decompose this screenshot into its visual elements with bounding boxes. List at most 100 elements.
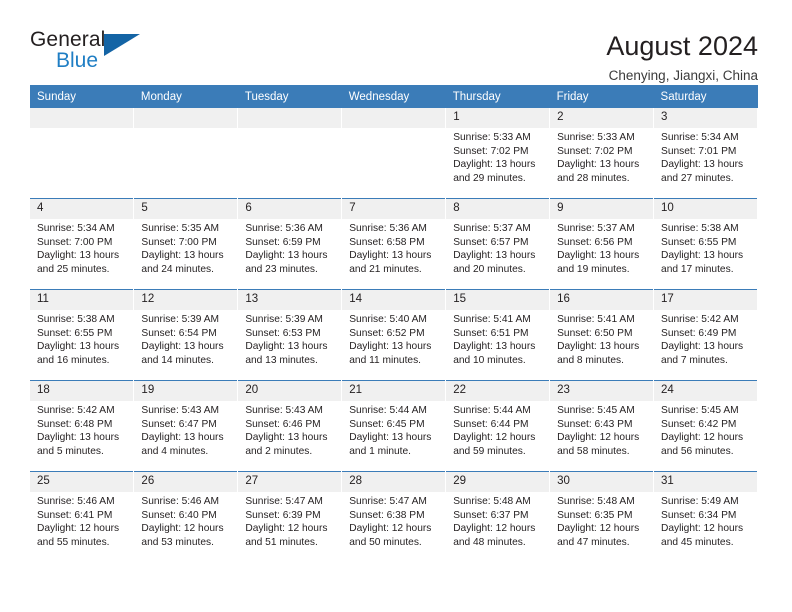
daylight-text: Daylight: 13 hours and 21 minutes. <box>349 250 432 275</box>
day-number: 27 <box>238 472 342 492</box>
calendar-day-cell[interactable]: 4 Sunrise: 5:34 AM Sunset: 7:00 PM Daylight… <box>30 198 135 290</box>
sunrise-text: Sunrise: 5:36 AM <box>349 223 427 234</box>
day-details: Sunrise: 5:42 AM Sunset: 6:49 PM Daylight:… <box>654 310 757 367</box>
day-number: 21 <box>342 381 446 401</box>
daylight-text: Daylight: 13 hours and 4 minutes. <box>141 432 224 457</box>
calendar-day-cell[interactable]: 19 Sunrise: 5:43 AM Sunset: 6:47 PM Dayligh… <box>133 380 239 472</box>
calendar-day-cell[interactable]: 22 Sunrise: 5:44 AM Sunset: 6:44 PM Dayligh… <box>445 380 551 472</box>
day-number: 20 <box>238 381 342 401</box>
sunrise-text: Sunrise: 5:36 AM <box>245 223 323 234</box>
sunset-text: Sunset: 6:34 PM <box>661 509 737 521</box>
sunrise-text: Sunrise: 5:35 AM <box>141 223 220 234</box>
general-blue-logo[interactable]: General Blue <box>30 28 148 76</box>
day-number: 31 <box>654 472 757 492</box>
day-number: 6 <box>238 199 342 219</box>
day-details: Sunrise: 5:44 AM Sunset: 6:44 PM Daylight:… <box>446 401 549 458</box>
day-number: 9 <box>550 199 654 219</box>
daylight-text: Daylight: 13 hours and 24 minutes. <box>141 250 224 275</box>
calendar-day-cell[interactable]: 14 Sunrise: 5:40 AM Sunset: 6:52 PM Dayligh… <box>341 289 447 381</box>
calendar-day-cell[interactable]: 20 Sunrise: 5:43 AM Sunset: 6:46 PM Dayligh… <box>237 380 343 472</box>
calendar-day-cell[interactable]: 1 Sunrise: 5:33 AM Sunset: 7:02 PM Daylight… <box>445 108 551 199</box>
daylight-text: Daylight: 13 hours and 16 minutes. <box>37 341 120 366</box>
day-number: 29 <box>446 472 550 492</box>
day-details: Sunrise: 5:46 AM Sunset: 6:40 PM Daylight:… <box>134 492 237 549</box>
sunset-text: Sunset: 6:52 PM <box>349 327 425 339</box>
day-number: 23 <box>550 381 654 401</box>
calendar-day-cell[interactable]: 12 Sunrise: 5:39 AM Sunset: 6:54 PM Dayligh… <box>133 289 239 381</box>
sunset-text: Sunset: 6:40 PM <box>141 509 217 521</box>
day-details: Sunrise: 5:41 AM Sunset: 6:51 PM Daylight:… <box>446 310 549 367</box>
sunrise-text: Sunrise: 5:39 AM <box>141 314 220 325</box>
day-details: Sunrise: 5:38 AM Sunset: 6:55 PM Daylight:… <box>30 310 133 367</box>
sunset-text: Sunset: 6:47 PM <box>141 418 217 430</box>
daylight-text: Daylight: 12 hours and 58 minutes. <box>557 432 640 457</box>
title-block: August 2024 Chenying, Jiangxi, China <box>606 28 758 86</box>
calendar-day-cell[interactable]: 30 Sunrise: 5:48 AM Sunset: 6:35 PM Dayligh… <box>549 471 655 562</box>
day-number: 13 <box>238 290 342 310</box>
calendar-day-cell[interactable]: 10 Sunrise: 5:38 AM Sunset: 6:55 PM Dayligh… <box>653 198 758 290</box>
sunrise-text: Sunrise: 5:47 AM <box>245 496 323 507</box>
sunset-text: Sunset: 6:42 PM <box>661 418 737 430</box>
sunset-text: Sunset: 6:35 PM <box>557 509 633 521</box>
sunset-text: Sunset: 6:39 PM <box>245 509 321 521</box>
calendar-day-cell[interactable]: 11 Sunrise: 5:38 AM Sunset: 6:55 PM Dayligh… <box>30 289 135 381</box>
day-details: Sunrise: 5:36 AM Sunset: 6:58 PM Daylight:… <box>342 219 445 276</box>
calendar-week-row: 1 Sunrise: 5:33 AM Sunset: 7:02 PM Daylight… <box>30 108 758 199</box>
calendar-day-cell-empty <box>30 108 135 199</box>
sunrise-text: Sunrise: 5:40 AM <box>349 314 427 325</box>
day-details: Sunrise: 5:43 AM Sunset: 6:47 PM Daylight:… <box>134 401 237 458</box>
calendar-day-cell[interactable]: 27 Sunrise: 5:47 AM Sunset: 6:39 PM Dayligh… <box>237 471 343 562</box>
calendar-week-row: 11 Sunrise: 5:38 AM Sunset: 6:55 PM Dayligh… <box>30 289 758 381</box>
sunset-text: Sunset: 6:54 PM <box>141 327 217 339</box>
weekday-header-wednesday: Wednesday <box>341 85 446 108</box>
calendar-week-row: 18 Sunrise: 5:42 AM Sunset: 6:48 PM Dayligh… <box>30 380 758 472</box>
calendar-day-cell[interactable]: 24 Sunrise: 5:45 AM Sunset: 6:42 PM Dayligh… <box>653 380 758 472</box>
calendar-day-cell[interactable]: 17 Sunrise: 5:42 AM Sunset: 6:49 PM Dayligh… <box>653 289 758 381</box>
day-number: 2 <box>550 108 654 128</box>
calendar-day-cell[interactable]: 9 Sunrise: 5:37 AM Sunset: 6:56 PM Daylight… <box>549 198 655 290</box>
calendar-day-cell[interactable]: 23 Sunrise: 5:45 AM Sunset: 6:43 PM Dayligh… <box>549 380 655 472</box>
calendar-grid: Sunday Monday Tuesday Wednesday Thursday… <box>30 85 758 562</box>
sunrise-text: Sunrise: 5:46 AM <box>141 496 220 507</box>
calendar-day-cell[interactable]: 13 Sunrise: 5:39 AM Sunset: 6:53 PM Dayligh… <box>237 289 343 381</box>
calendar-day-cell[interactable]: 5 Sunrise: 5:35 AM Sunset: 7:00 PM Daylight… <box>133 198 239 290</box>
day-number: 14 <box>342 290 446 310</box>
day-number: 16 <box>550 290 654 310</box>
sunrise-text: Sunrise: 5:34 AM <box>37 223 115 234</box>
sunset-text: Sunset: 6:58 PM <box>349 236 425 248</box>
calendar-day-cell[interactable]: 16 Sunrise: 5:41 AM Sunset: 6:50 PM Dayligh… <box>549 289 655 381</box>
calendar-day-cell[interactable]: 21 Sunrise: 5:44 AM Sunset: 6:45 PM Dayligh… <box>341 380 447 472</box>
sunrise-text: Sunrise: 5:34 AM <box>661 132 739 143</box>
calendar-day-cell[interactable]: 29 Sunrise: 5:48 AM Sunset: 6:37 PM Dayligh… <box>445 471 551 562</box>
sunset-text: Sunset: 6:55 PM <box>661 236 737 248</box>
daylight-text: Daylight: 13 hours and 27 minutes. <box>661 159 744 184</box>
calendar-day-cell[interactable]: 31 Sunrise: 5:49 AM Sunset: 6:34 PM Dayligh… <box>653 471 758 562</box>
daylight-text: Daylight: 13 hours and 25 minutes. <box>37 250 120 275</box>
calendar-day-cell[interactable]: 26 Sunrise: 5:46 AM Sunset: 6:40 PM Dayligh… <box>133 471 239 562</box>
daylight-text: Daylight: 13 hours and 20 minutes. <box>453 250 536 275</box>
calendar-day-cell[interactable]: 2 Sunrise: 5:33 AM Sunset: 7:02 PM Daylight… <box>549 108 655 199</box>
day-number: 19 <box>134 381 238 401</box>
calendar-day-cell[interactable]: 3 Sunrise: 5:34 AM Sunset: 7:01 PM Daylight… <box>653 108 758 199</box>
day-number: 28 <box>342 472 446 492</box>
calendar-day-cell[interactable]: 15 Sunrise: 5:41 AM Sunset: 6:51 PM Dayligh… <box>445 289 551 381</box>
calendar-day-cell[interactable]: 8 Sunrise: 5:37 AM Sunset: 6:57 PM Daylight… <box>445 198 551 290</box>
day-details: Sunrise: 5:35 AM Sunset: 7:00 PM Daylight:… <box>134 219 237 276</box>
daylight-text: Daylight: 12 hours and 50 minutes. <box>349 523 432 548</box>
daylight-text: Daylight: 13 hours and 7 minutes. <box>661 341 744 366</box>
day-number: 15 <box>446 290 550 310</box>
calendar-day-cell[interactable]: 6 Sunrise: 5:36 AM Sunset: 6:59 PM Daylight… <box>237 198 343 290</box>
daylight-text: Daylight: 13 hours and 10 minutes. <box>453 341 536 366</box>
sunrise-text: Sunrise: 5:45 AM <box>557 405 635 416</box>
calendar-day-cell[interactable]: 18 Sunrise: 5:42 AM Sunset: 6:48 PM Dayligh… <box>30 380 135 472</box>
daylight-text: Daylight: 13 hours and 19 minutes. <box>557 250 640 275</box>
logo-triangle-icon <box>104 34 140 56</box>
sunset-text: Sunset: 6:57 PM <box>453 236 529 248</box>
logo-text-blue: Blue <box>56 49 99 72</box>
sunrise-text: Sunrise: 5:41 AM <box>557 314 635 325</box>
calendar-day-cell[interactable]: 7 Sunrise: 5:36 AM Sunset: 6:58 PM Daylight… <box>341 198 447 290</box>
sunset-text: Sunset: 6:41 PM <box>37 509 113 521</box>
calendar-day-cell[interactable]: 28 Sunrise: 5:47 AM Sunset: 6:38 PM Dayligh… <box>341 471 447 562</box>
weekday-header-thursday: Thursday <box>445 85 550 108</box>
calendar-day-cell[interactable]: 25 Sunrise: 5:46 AM Sunset: 6:41 PM Dayligh… <box>30 471 135 562</box>
